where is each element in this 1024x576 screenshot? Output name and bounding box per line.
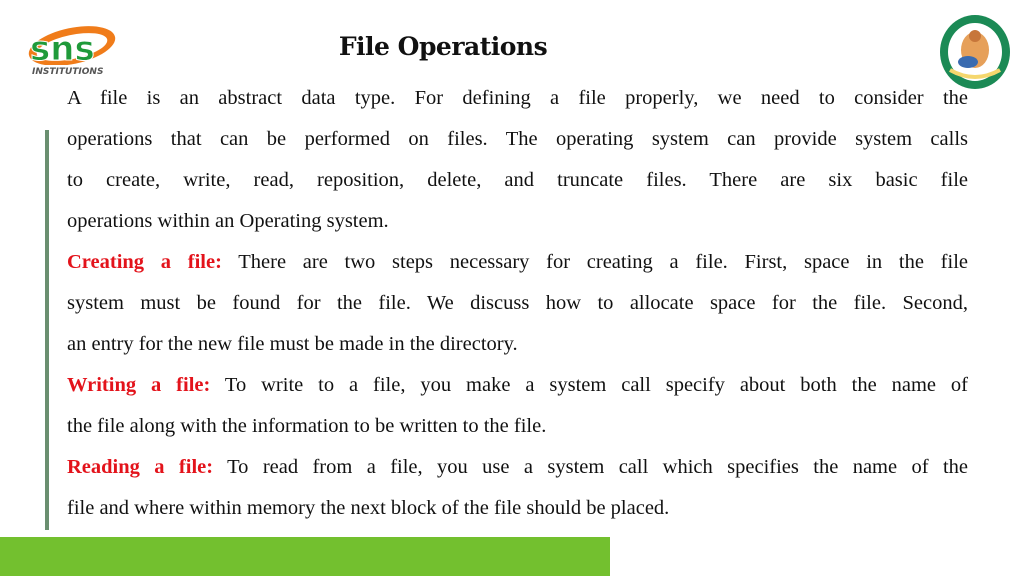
body-line: Creating a file: There are two steps nec… xyxy=(67,242,968,283)
body-line: Reading a file: To read from a file, you… xyxy=(67,447,968,488)
line-text: To read from a file, you use a system ca… xyxy=(213,456,968,478)
body-line: file and where within memory the next bl… xyxy=(67,488,968,529)
line-text: system must be found for the file. We di… xyxy=(67,292,968,314)
slide-title: File Operations xyxy=(338,32,548,61)
line-text: A file is an abstract data type. For def… xyxy=(67,87,968,109)
body-line: operations that can be performed on file… xyxy=(67,119,968,160)
body-line: the file along with the information to b… xyxy=(67,406,968,447)
operation-heading: Writing a file: xyxy=(67,374,211,396)
operation-heading: Creating a file: xyxy=(67,251,222,273)
body-line: operations within an Operating system. xyxy=(67,201,968,242)
slide-body: A file is an abstract data type. For def… xyxy=(67,78,968,529)
accent-vertical-bar xyxy=(45,130,49,530)
footer-bar xyxy=(0,537,610,576)
line-text: To write to a file, you make a system ca… xyxy=(210,374,968,396)
line-text: file and where within memory the next bl… xyxy=(67,497,670,519)
operation-heading: Reading a file: xyxy=(67,456,214,478)
line-text: There are two steps necessary for creati… xyxy=(221,251,968,273)
body-line: an entry for the new file must be made i… xyxy=(67,324,968,365)
line-text: operations within an Operating system. xyxy=(67,210,389,232)
body-line: to create, write, read, reposition, dele… xyxy=(67,160,968,201)
body-line: A file is an abstract data type. For def… xyxy=(67,78,968,119)
line-text: the file along with the information to b… xyxy=(67,415,547,437)
line-text: an entry for the new file must be made i… xyxy=(67,333,518,355)
body-line: system must be found for the file. We di… xyxy=(67,283,968,324)
sns-sub-text: INSTITUTIONS xyxy=(32,67,103,77)
body-line: Writing a file: To write to a file, you … xyxy=(67,365,968,406)
line-text: to create, write, read, reposition, dele… xyxy=(67,169,968,191)
line-text: operations that can be performed on file… xyxy=(67,128,968,150)
